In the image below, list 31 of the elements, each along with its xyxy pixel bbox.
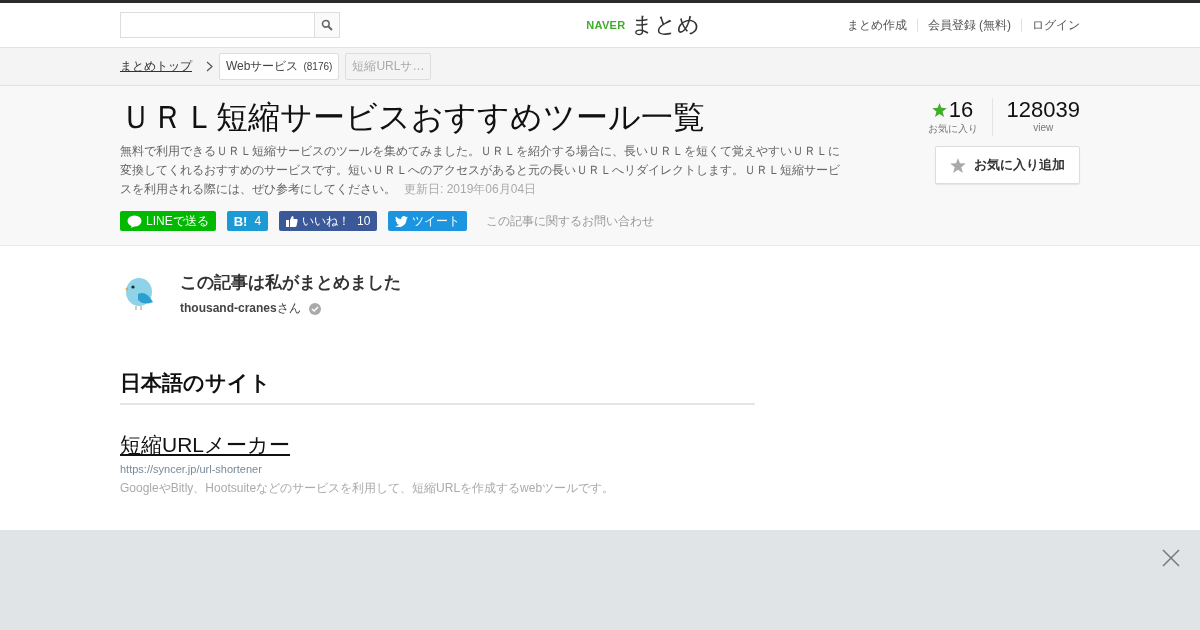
thumbs-up-icon — [286, 215, 299, 227]
favorite-label: お気に入り — [927, 122, 978, 136]
link-title[interactable]: 短縮URLメーカー — [120, 431, 290, 459]
bird-icon — [395, 215, 409, 227]
chat-bubble-icon — [127, 214, 142, 228]
link-description: GoogleやBitly、Hootsuiteなどのサービスを利用して、短縮URLを作成するwebツールです。 — [120, 480, 616, 497]
article-title: ＵＲＬ短縮サービスおすすめツール一覧 — [120, 98, 706, 136]
star-icon — [950, 157, 966, 173]
star-icon — [931, 103, 947, 117]
nav-link[interactable]: まとめ作成 — [846, 16, 907, 34]
author-name[interactable]: thousand-cranesさん — [180, 300, 301, 317]
logo-name[interactable]: まとめ — [631, 10, 701, 40]
verified-icon — [308, 302, 321, 315]
nav-link[interactable]: 会員登録 (無料) — [927, 16, 1011, 34]
add-favorite-button[interactable]: お気に入り追加 — [935, 146, 1080, 184]
view-count: 128039 — [1006, 98, 1080, 122]
view-label: view — [1033, 122, 1054, 133]
chevron-right-icon — [206, 61, 213, 72]
search-icon — [321, 19, 333, 31]
close-icon[interactable] — [1162, 549, 1180, 567]
author-heading: この記事は私がまとめました — [180, 272, 401, 294]
breadcrumb-link[interactable]: まとめトップ — [120, 58, 192, 75]
category-tag[interactable]: Webサービス (8176) — [219, 53, 340, 80]
link-url[interactable]: https://syncer.jp/url-shortener — [120, 463, 1080, 475]
nav-link[interactable]: ログイン — [1032, 16, 1080, 34]
favorite-count: 16 — [948, 98, 974, 122]
section-heading: 日本語のサイト — [120, 369, 755, 405]
like-button[interactable]: いいね！ 10 — [279, 211, 378, 231]
search-button[interactable] — [314, 13, 339, 37]
search-field[interactable] — [120, 12, 340, 38]
article-description: 無料で利用できるＵＲＬ短縮サービスのツールを集めてみました。ＵＲＬを紹介する場合に、長いＵＲＬを短くて覚えやすいＵＲＬに変換してくれるおすすめのサービスです。短いＵＲＬへのアクセスがあると元の長いＵＲＬへリダイレクトします。ＵＲＬ短縮サービスを利用される際には、ぜひ参考にしてください。 更新日: 2019年06月04日 — [120, 143, 841, 198]
